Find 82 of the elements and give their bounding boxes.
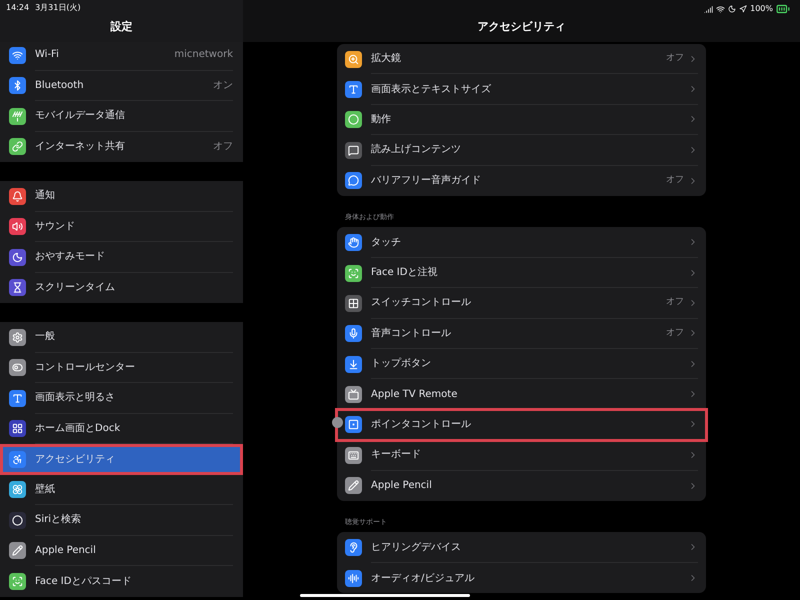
row-value: オフ (666, 296, 684, 310)
sidebar-title: 設定 (110, 18, 132, 34)
item-label: サウンド (35, 220, 75, 234)
sidebar-item[interactable]: 画面表示と明るさ (0, 383, 243, 414)
status-date: 3月31日(火) (35, 2, 81, 14)
signal-icon (704, 4, 714, 14)
row-label: 画面表示とテキストサイズ (371, 82, 491, 97)
settings-row[interactable]: ヒアリングデバイス (337, 532, 706, 563)
status-time: 14:24 (6, 2, 30, 14)
row-value: オフ (666, 52, 684, 65)
item-label: Wi-Fi (35, 48, 59, 62)
item-label: 通知 (35, 188, 55, 204)
item-label: Apple Pencil (35, 544, 96, 558)
item-label: ホーム画面とDock (35, 422, 120, 436)
sidebar-item[interactable]: インターネット共有 オフ (0, 132, 243, 162)
sidebar-item[interactable]: コントロールセンター (0, 352, 243, 383)
row-label: 音声コントロール (371, 326, 451, 341)
sidebar-item[interactable]: おやすみモード (0, 242, 243, 272)
item-value: オフ (213, 140, 233, 154)
row-label: ポインタコントロール (371, 418, 471, 432)
row-label: 動作 (371, 112, 391, 127)
sidebar-item[interactable]: アクセシビリティ (0, 444, 243, 474)
row-label: Apple TV Remote (371, 388, 458, 402)
settings-row[interactable]: 音声コントロール オフ (337, 318, 706, 350)
item-label: Bluetooth (35, 78, 84, 93)
settings-row[interactable]: Apple Pencil (337, 470, 706, 501)
item-label: コントロールセンター (35, 360, 135, 375)
settings-row[interactable]: トップボタン (337, 349, 706, 380)
settings-row[interactable]: ポインタコントロール (337, 410, 706, 440)
row-label: キーボード (371, 448, 421, 462)
row-label: バリアフリー音声ガイド (371, 174, 481, 188)
sidebar-item[interactable]: Bluetooth オン (0, 70, 243, 101)
sidebar-item[interactable]: 壁紙 (0, 474, 243, 505)
wifi-icon (716, 4, 726, 14)
page-title: アクセシビリティ (478, 18, 566, 34)
settings-row[interactable]: タッチ (337, 227, 706, 258)
settings-row[interactable]: オーディオ/ビジュアル (337, 562, 706, 594)
row-label: Apple Pencil (371, 479, 432, 494)
sidebar-item[interactable]: Apple Pencil (0, 536, 243, 566)
sidebar-item[interactable]: サウンド (0, 212, 243, 242)
row-label: 拡大鏡 (371, 52, 401, 66)
item-label: 一般 (35, 330, 55, 344)
item-label: おやすみモード (35, 250, 105, 264)
sidebar-item[interactable]: 一般 (0, 322, 243, 352)
settings-row[interactable]: Apple TV Remote (337, 379, 706, 410)
sidebar-item[interactable]: Wi-Fi micnetwork (0, 40, 243, 70)
battery-icon (776, 2, 790, 16)
item-label: アクセシビリティ (35, 452, 115, 467)
settings-row[interactable]: バリアフリー音声ガイド オフ (337, 166, 706, 196)
row-value: オフ (666, 326, 684, 340)
settings-row[interactable]: 読み上げコンテンツ (337, 135, 706, 166)
settings-row[interactable]: キーボード (337, 440, 706, 471)
item-label: モバイルデータ通信 (35, 108, 125, 124)
settings-row[interactable]: スイッチコントロール オフ (337, 288, 706, 319)
item-label: 壁紙 (35, 482, 55, 497)
sidebar-item[interactable]: スクリーンタイム (0, 272, 243, 303)
settings-row[interactable]: Face IDと注視 (337, 258, 706, 288)
settings-row[interactable]: 動作 (337, 104, 706, 136)
item-label: スクリーンタイム (35, 281, 115, 296)
item-value: micnetwork (174, 48, 233, 62)
item-value: オン (213, 78, 233, 93)
item-label: Face IDとパスコード (35, 574, 132, 589)
row-label: トップボタン (371, 356, 431, 372)
row-label: タッチ (371, 236, 401, 250)
sidebar-item[interactable]: Siriと検索 (0, 505, 243, 536)
row-label: 読み上げコンテンツ (371, 142, 461, 158)
pointer-cursor-icon (332, 417, 343, 428)
row-label: Face IDと注視 (371, 266, 438, 280)
location-icon (739, 5, 748, 13)
sidebar-item[interactable]: Face IDとパスコード (0, 566, 243, 596)
settings-row[interactable]: 画面表示とテキストサイズ (337, 74, 706, 105)
settings-row[interactable]: 拡大鏡 オフ (337, 44, 706, 74)
row-label: スイッチコントロール (371, 296, 471, 310)
item-label: Siriと検索 (35, 512, 82, 528)
row-value: オフ (666, 174, 684, 187)
sidebar-item[interactable]: 通知 (0, 181, 243, 212)
row-label: ヒアリングデバイス (371, 540, 461, 555)
row-label: オーディオ/ビジュアル (371, 572, 474, 586)
battery-percent: 100% (750, 3, 773, 15)
item-label: 画面表示と明るさ (35, 390, 115, 406)
item-label: インターネット共有 (35, 140, 125, 154)
sidebar-item[interactable]: モバイルデータ通信 (0, 101, 243, 132)
